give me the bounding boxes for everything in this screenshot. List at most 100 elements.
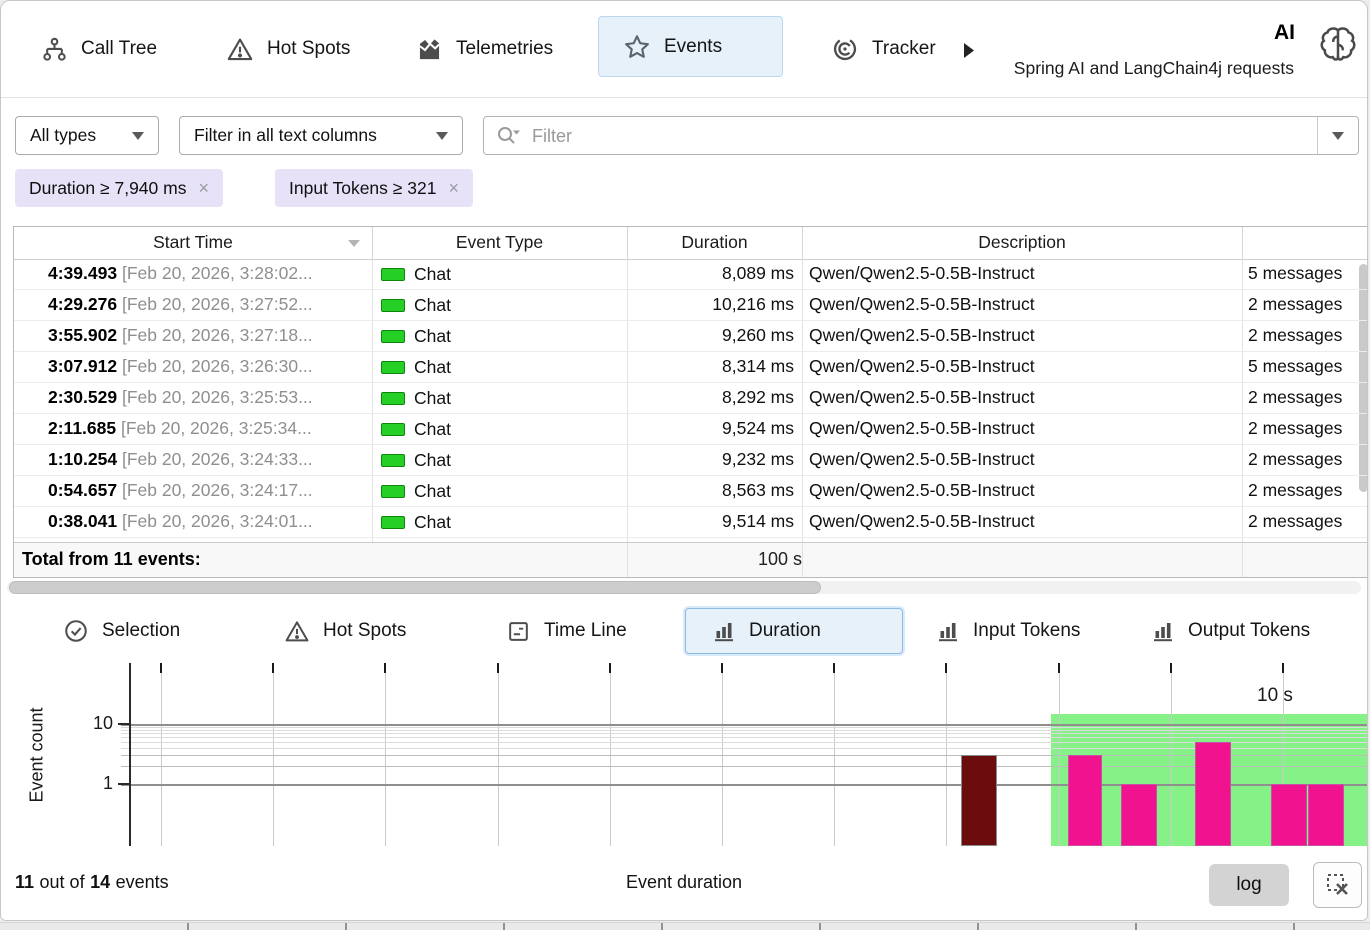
horizontal-gridline bbox=[121, 733, 1368, 734]
chevron-down-icon bbox=[1332, 132, 1344, 140]
chart-tab-label: Hot Spots bbox=[323, 620, 406, 642]
events-panel: Call Tree Hot Spots Telemetries bbox=[0, 0, 1368, 921]
table-header: Start Time Event Type Duration Descripti… bbox=[14, 227, 1368, 260]
x-axis-tick bbox=[833, 663, 835, 673]
log-scale-button[interactable]: log bbox=[1209, 864, 1289, 906]
chart-tab-output-tokens[interactable]: Output Tokens bbox=[1151, 601, 1310, 661]
horizontal-gridline bbox=[121, 727, 1368, 728]
remove-chip-icon[interactable]: × bbox=[198, 178, 209, 199]
table-row[interactable]: 0:54.657 [Feb 20, 2026, 3:24:17...Chat8,… bbox=[14, 476, 1368, 507]
search-input[interactable] bbox=[530, 118, 1324, 155]
column-header-duration[interactable]: Duration bbox=[627, 227, 802, 259]
event-type-cell: Chat bbox=[372, 290, 627, 320]
call-tree-icon bbox=[41, 36, 68, 63]
filter-chip-duration[interactable]: Duration ≥ 7,940 ms × bbox=[15, 169, 223, 207]
x-axis-tick bbox=[1282, 663, 1284, 673]
messages-cell: 2 messages bbox=[1242, 414, 1359, 444]
column-header-description[interactable]: Description bbox=[802, 227, 1242, 259]
start-time-cell: 4:39.493 [Feb 20, 2026, 3:28:02... bbox=[14, 259, 372, 289]
x-axis-tick bbox=[609, 663, 611, 673]
histogram-bar[interactable] bbox=[1195, 742, 1231, 846]
y-axis bbox=[129, 663, 131, 846]
chart-tab-input-tokens[interactable]: Input Tokens bbox=[936, 601, 1080, 661]
chart-tab-time-line[interactable]: Time Line bbox=[506, 601, 627, 661]
duration-histogram: Event count 10 1 10 s bbox=[1, 663, 1368, 846]
search-icon bbox=[496, 124, 522, 148]
table-row[interactable]: 3:07.912 [Feb 20, 2026, 3:26:30...Chat8,… bbox=[14, 352, 1368, 383]
chip-label: Input Tokens ≥ 321 bbox=[289, 178, 436, 199]
search-history-dropdown-button[interactable] bbox=[1317, 117, 1358, 154]
tab-events[interactable]: Events bbox=[598, 16, 783, 77]
column-header-start-time[interactable]: Start Time bbox=[14, 227, 372, 259]
duration-cell: 8,089 ms bbox=[627, 259, 802, 289]
chart-tab-duration[interactable]: Duration bbox=[685, 608, 903, 654]
horizontal-gridline bbox=[121, 748, 1368, 749]
x-axis-tick bbox=[497, 663, 499, 673]
horizontal-scrollbar-thumb[interactable] bbox=[9, 581, 821, 594]
filter-search-field[interactable] bbox=[483, 116, 1359, 155]
histogram-bar[interactable] bbox=[1271, 784, 1307, 846]
sort-descending-icon bbox=[348, 240, 360, 247]
start-time-cell: 0:38.041 [Feb 20, 2026, 3:24:01... bbox=[14, 507, 372, 537]
messages-cell: 5 messages bbox=[1242, 259, 1359, 289]
tab-telemetries[interactable]: Telemetries bbox=[416, 1, 553, 97]
messages-cell: 2 messages bbox=[1242, 445, 1359, 475]
start-time-cell: 2:11.685 [Feb 20, 2026, 3:25:34... bbox=[14, 414, 372, 444]
event-type-cell: Chat bbox=[372, 507, 627, 537]
horizontal-gridline bbox=[121, 730, 1368, 731]
column-filter-dropdown[interactable]: Filter in all text columns bbox=[179, 116, 463, 155]
x-axis-tick bbox=[1058, 663, 1060, 673]
column-header-event-type[interactable]: Event Type bbox=[372, 227, 627, 259]
event-type-color-swatch bbox=[381, 392, 405, 405]
more-tabs-arrow-icon[interactable] bbox=[964, 43, 975, 58]
type-filter-dropdown[interactable]: All types bbox=[15, 116, 159, 155]
description-cell: Qwen/Qwen2.5-0.5B-Instruct bbox=[802, 259, 1242, 289]
tab-tracker[interactable]: Tracker bbox=[831, 1, 936, 97]
chart-tab-selection[interactable]: Selection bbox=[63, 601, 180, 661]
filter-chip-input-tokens[interactable]: Input Tokens ≥ 321 × bbox=[275, 169, 473, 207]
remove-chip-icon[interactable]: × bbox=[448, 178, 459, 199]
event-type-color-swatch bbox=[381, 423, 405, 436]
histogram-bar[interactable] bbox=[1121, 784, 1157, 846]
warning-triangle-icon bbox=[226, 36, 254, 63]
histogram-bar[interactable] bbox=[1308, 784, 1344, 846]
profiler-window: Call Tree Hot Spots Telemetries bbox=[0, 0, 1370, 930]
description-cell: Qwen/Qwen2.5-0.5B-Instruct bbox=[802, 414, 1242, 444]
description-cell: Qwen/Qwen2.5-0.5B-Instruct bbox=[802, 383, 1242, 413]
main-tab-bar: Call Tree Hot Spots Telemetries bbox=[1, 1, 1367, 98]
duration-cell: 9,260 ms bbox=[627, 321, 802, 351]
tab-hot-spots[interactable]: Hot Spots bbox=[226, 1, 350, 97]
description-cell: Qwen/Qwen2.5-0.5B-Instruct bbox=[802, 507, 1242, 537]
event-type-cell: Chat bbox=[372, 259, 627, 289]
histogram-bar[interactable] bbox=[1068, 755, 1103, 846]
tab-label: Call Tree bbox=[81, 38, 157, 60]
messages-cell: 2 messages bbox=[1242, 321, 1359, 351]
table-row[interactable]: 3:55.902 [Feb 20, 2026, 3:27:18...Chat9,… bbox=[14, 321, 1368, 352]
horizontal-gridline bbox=[121, 784, 1368, 786]
x-axis-tick bbox=[1170, 663, 1172, 673]
start-time-cell: 1:10.254 [Feb 20, 2026, 3:24:33... bbox=[14, 445, 372, 475]
table-row[interactable]: 4:39.493 [Feb 20, 2026, 3:28:02...Chat8,… bbox=[14, 259, 1368, 290]
ai-brain-icon[interactable] bbox=[1317, 23, 1359, 65]
start-time-cell: 3:55.902 [Feb 20, 2026, 3:27:18... bbox=[14, 321, 372, 351]
x-axis-tick bbox=[272, 663, 274, 673]
table-row[interactable]: 0:38.041 [Feb 20, 2026, 3:24:01...Chat9,… bbox=[14, 507, 1368, 538]
table-row[interactable]: 4:29.276 [Feb 20, 2026, 3:27:52...Chat10… bbox=[14, 290, 1368, 321]
chart-tab-hot-spots[interactable]: Hot Spots bbox=[284, 601, 406, 661]
histogram-bar[interactable] bbox=[961, 755, 997, 846]
dropdown-value: All types bbox=[30, 125, 96, 146]
table-row[interactable]: 2:11.685 [Feb 20, 2026, 3:25:34...Chat9,… bbox=[14, 414, 1368, 445]
messages-cell: 2 messages bbox=[1242, 476, 1359, 506]
horizontal-gridline bbox=[121, 724, 1368, 726]
description-cell: Qwen/Qwen2.5-0.5B-Instruct bbox=[802, 290, 1242, 320]
event-type-cell: Chat bbox=[372, 321, 627, 351]
event-type-cell: Chat bbox=[372, 383, 627, 413]
event-type-color-swatch bbox=[381, 330, 405, 343]
horizontal-scrollbar[interactable] bbox=[7, 581, 1361, 594]
events-table: Start Time Event Type Duration Descripti… bbox=[13, 226, 1368, 578]
total-label: Total from 11 events: bbox=[22, 543, 201, 576]
clear-selection-button[interactable] bbox=[1313, 862, 1362, 908]
table-row[interactable]: 1:10.254 [Feb 20, 2026, 3:24:33...Chat9,… bbox=[14, 445, 1368, 476]
tab-call-tree[interactable]: Call Tree bbox=[41, 1, 157, 97]
table-row[interactable]: 2:30.529 [Feb 20, 2026, 3:25:53...Chat8,… bbox=[14, 383, 1368, 414]
